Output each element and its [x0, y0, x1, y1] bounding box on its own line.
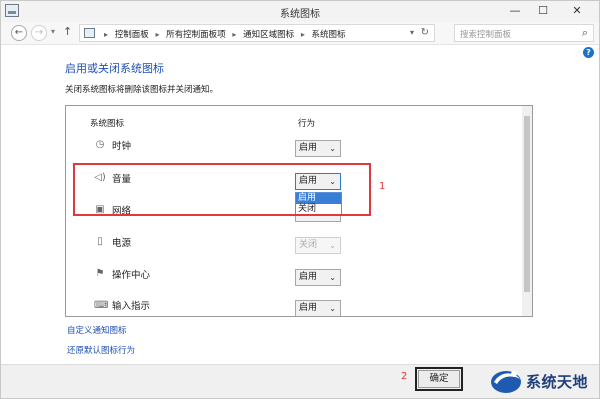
- annotation-label-1: 1: [379, 181, 386, 192]
- breadcrumb-separator-icon[interactable]: ▸: [301, 30, 305, 39]
- breadcrumb-all-items[interactable]: 所有控制面板项: [166, 30, 226, 40]
- column-header-icon: 系统图标: [90, 119, 125, 129]
- back-button[interactable]: ←: [11, 25, 27, 41]
- row-label-input-indicator: 输入指示: [112, 301, 151, 312]
- watermark-text: 系统天地: [526, 373, 589, 391]
- forward-button[interactable]: →: [31, 25, 47, 41]
- ok-button[interactable]: 确定: [418, 370, 460, 388]
- search-input[interactable]: 搜索控制面板 ⌕: [454, 24, 594, 42]
- navigation-bar: ← → ▾ ↑ ▸ 控制面板 ▸ 所有控制面板项 ▸ 通知区域图标 ▸ 系统图标…: [1, 22, 599, 45]
- chevron-down-icon: ⌄: [329, 241, 336, 250]
- up-button[interactable]: ↑: [63, 25, 72, 38]
- row-label-action-center: 操作中心: [112, 270, 151, 281]
- list-scrollbar[interactable]: [522, 106, 532, 316]
- minimize-button[interactable]: —: [501, 2, 529, 19]
- search-icon: ⌕: [581, 26, 588, 39]
- maximize-button[interactable]: ☐: [529, 2, 557, 19]
- clock-icon: ◷: [95, 139, 105, 150]
- help-icon[interactable]: ?: [583, 47, 594, 58]
- breadcrumb-separator-icon[interactable]: ▸: [155, 30, 159, 39]
- annotation-label-2: 2: [401, 371, 408, 382]
- breadcrumb: ▸ 控制面板 ▸ 所有控制面板项 ▸ 通知区域图标 ▸ 系统图标: [100, 28, 346, 40]
- watermark-swirl-icon: [491, 371, 521, 393]
- column-header-behavior: 行为: [298, 119, 316, 129]
- power-icon: ▯: [97, 236, 103, 247]
- select-value: 关闭: [299, 240, 318, 250]
- chevron-down-icon: ⌄: [329, 273, 336, 282]
- row-label-clock: 时钟: [112, 141, 132, 152]
- chevron-down-icon: ⌄: [329, 304, 336, 313]
- title-bar: 系统图标 — ☐ ✕: [1, 1, 599, 22]
- watermark-logo: 系统天地: [488, 365, 598, 397]
- select-value: 启用: [299, 143, 318, 153]
- breadcrumb-system-icons[interactable]: 系统图标: [312, 30, 346, 40]
- restore-default-behavior-link[interactable]: 还原默认图标行为: [67, 344, 135, 356]
- behavior-select-power: 关闭 ⌄: [295, 237, 341, 254]
- address-bar[interactable]: ▸ 控制面板 ▸ 所有控制面板项 ▸ 通知区域图标 ▸ 系统图标 ▾ ↻: [79, 24, 435, 42]
- breadcrumb-separator-icon[interactable]: ▸: [104, 30, 108, 39]
- close-button[interactable]: ✕: [557, 2, 597, 19]
- behavior-select-clock[interactable]: 启用 ⌄: [295, 140, 341, 157]
- chevron-down-icon[interactable]: ▾: [410, 28, 414, 37]
- flag-icon: ⚑: [95, 268, 105, 279]
- behavior-select-input-indicator[interactable]: 启用 ⌄: [295, 300, 341, 316]
- control-panel-icon: [84, 28, 95, 38]
- breadcrumb-separator-icon[interactable]: ▸: [232, 30, 236, 39]
- page-description: 关闭系统图标将删除该图标并关闭通知。: [65, 85, 219, 95]
- search-placeholder: 搜索控制面板: [460, 30, 512, 40]
- select-value: 启用: [299, 303, 318, 313]
- control-panel-window: 系统图标 — ☐ ✕ ← → ▾ ↑ ▸ 控制面板 ▸ 所有控制面板项 ▸ 通知…: [0, 0, 600, 399]
- scrollbar-thumb[interactable]: [524, 116, 530, 292]
- row-label-power: 电源: [112, 238, 132, 249]
- chevron-down-icon: ⌄: [329, 144, 336, 153]
- refresh-icon[interactable]: ↻: [421, 27, 429, 38]
- customize-notification-icons-link[interactable]: 自定义通知图标: [67, 324, 127, 336]
- recent-locations-dropdown[interactable]: ▾: [51, 27, 55, 36]
- behavior-select-action-center[interactable]: 启用 ⌄: [295, 269, 341, 286]
- page-title: 启用或关闭系统图标: [65, 62, 164, 75]
- annotation-highlight-box: [73, 163, 371, 216]
- breadcrumb-notification-icons[interactable]: 通知区域图标: [243, 30, 294, 40]
- breadcrumb-control-panel[interactable]: 控制面板: [115, 30, 149, 40]
- select-value: 启用: [299, 272, 318, 282]
- keyboard-icon: ⌨: [94, 300, 109, 311]
